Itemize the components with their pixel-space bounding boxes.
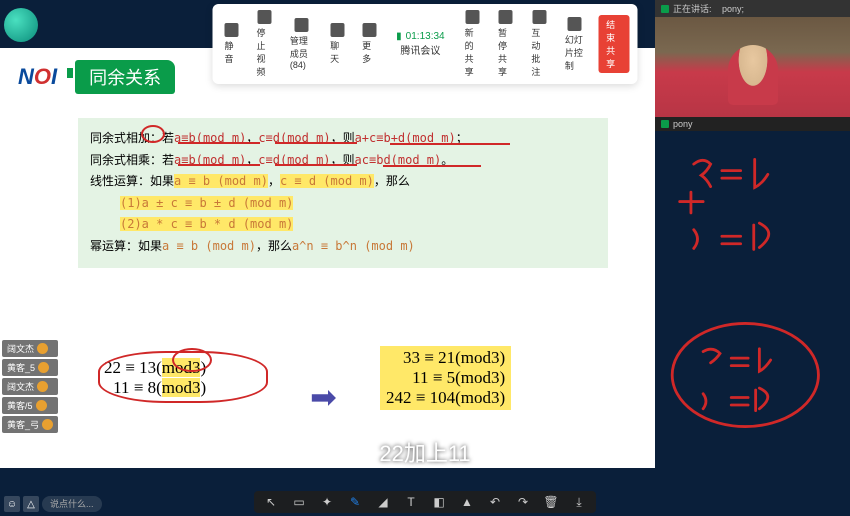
live-caption: 22加上11 bbox=[379, 436, 470, 468]
meeting-time: ▮01:13:34 bbox=[396, 31, 444, 42]
annotate-icon bbox=[532, 10, 546, 24]
example-row: 242 ≡ 104(mod3) bbox=[386, 388, 505, 408]
noi-logo: NOI bbox=[18, 64, 57, 90]
app-name: 腾讯会议 bbox=[400, 42, 440, 57]
slide-area: NOI 同余关系 同余式相加：若a≡b(mod m)，c≡d(mod m)，则a… bbox=[0, 48, 655, 468]
webcam-panel: 正在讲话: pony; pony bbox=[655, 0, 850, 128]
reaction-item: 黄客/5 bbox=[2, 397, 58, 414]
mic-icon bbox=[661, 120, 669, 128]
red-underline-annotation bbox=[178, 164, 260, 166]
rule-linear-1: (1)a ± c ≡ b ± d (mod m) bbox=[90, 193, 596, 215]
pause-share-button[interactable]: 暂停共享 bbox=[494, 8, 517, 80]
handwriting-area bbox=[660, 150, 840, 450]
stop-video-button[interactable]: 停止视频 bbox=[253, 8, 276, 80]
shape-tool[interactable]: ▲ bbox=[460, 495, 474, 509]
red-underline-annotation bbox=[275, 142, 357, 144]
new-share-button[interactable]: 新的共享 bbox=[461, 8, 484, 80]
share-icon bbox=[465, 10, 479, 24]
clear-tool[interactable]: 🗑 bbox=[544, 495, 558, 509]
chat-icon bbox=[330, 23, 344, 37]
bg-planet bbox=[4, 8, 38, 42]
speaking-status: 正在讲话: pony; bbox=[655, 0, 850, 17]
red-underline-annotation bbox=[390, 143, 510, 145]
redo-tool[interactable]: ↷ bbox=[516, 495, 530, 509]
example-right: 33 ≡ 21(mod3) 11 ≡ 5(mod3) 242 ≡ 104(mod… bbox=[380, 346, 511, 410]
example-row: 11 ≡ 8(mod3) bbox=[104, 378, 206, 398]
rule-linear-2: (2)a * c ≡ b * d (mod m) bbox=[90, 214, 596, 236]
reaction-item: 黄客_5 bbox=[2, 359, 58, 376]
content-box: 同余式相加：若a≡b(mod m)，c≡d(mod m)，则a+c≡b+d(mo… bbox=[78, 118, 608, 268]
pointer-tool[interactable]: ↖ bbox=[264, 495, 278, 509]
text-tool[interactable]: T bbox=[404, 495, 418, 509]
example-row: 33 ≡ 21(mod3) bbox=[386, 348, 505, 368]
annotate-button[interactable]: 互动批注 bbox=[527, 8, 550, 80]
presenter-figure bbox=[728, 45, 778, 105]
rule-multiply: 同余式相乘：若a≡b(mod m)，c≡d(mod m)，则ac≡bd(mod … bbox=[90, 150, 596, 172]
select-tool[interactable]: ▭ bbox=[292, 495, 306, 509]
eraser-tool[interactable]: ◧ bbox=[432, 495, 446, 509]
webcam-feed[interactable] bbox=[655, 17, 850, 117]
star-tool[interactable]: ✦ bbox=[320, 495, 334, 509]
red-underline-annotation bbox=[275, 164, 357, 166]
chat-input[interactable]: 说点什么... bbox=[42, 496, 102, 512]
members-icon bbox=[294, 18, 308, 32]
arrow-icon: ➡ bbox=[310, 378, 337, 416]
emoji-icon bbox=[36, 400, 47, 411]
example-row: 22 ≡ 13(mod3) bbox=[104, 358, 206, 378]
emoji-icon bbox=[38, 362, 49, 373]
rule-power: 幂运算：如果a ≡ b (mod m)，那么a^n ≡ b^n (mod m) bbox=[90, 236, 596, 258]
emoji-icon bbox=[42, 419, 53, 430]
chat-button[interactable]: 聊天 bbox=[326, 21, 348, 67]
slideshow-icon bbox=[567, 17, 581, 31]
slideshow-button[interactable]: 幻灯片控制 bbox=[561, 15, 588, 74]
red-underline-annotation bbox=[383, 165, 481, 167]
highlighter-tool[interactable]: ◢ bbox=[376, 495, 390, 509]
rule-linear: 线性运算：如果a ≡ b (mod m)，c ≡ d (mod m)，那么 bbox=[90, 171, 596, 193]
emoji-icon bbox=[37, 381, 48, 392]
pause-icon bbox=[499, 10, 513, 24]
rule-addition: 同余式相加：若a≡b(mod m)，c≡d(mod m)，则a+c≡b+d(mo… bbox=[90, 128, 596, 150]
mute-button[interactable]: 静音 bbox=[221, 21, 243, 67]
mic-icon bbox=[225, 23, 239, 37]
pen-tool[interactable]: ✎ bbox=[348, 495, 362, 509]
red-underline-annotation bbox=[178, 142, 260, 144]
corner-controls: ☺ △ 说点什么... bbox=[4, 496, 102, 512]
emoji-button[interactable]: ☺ bbox=[4, 496, 20, 512]
reaction-item: 阔文杰 bbox=[2, 378, 58, 395]
meeting-toolbar: 静音 停止视频 管理成员(84) 聊天 更多 ▮01:13:34 腾讯会议 新的… bbox=[213, 4, 638, 84]
speaking-mic-icon bbox=[661, 5, 669, 13]
dots-icon bbox=[362, 23, 376, 37]
end-share-button[interactable]: 结束共享 bbox=[598, 15, 629, 73]
presenter-name-bar: pony bbox=[655, 117, 850, 131]
undo-tool[interactable]: ↶ bbox=[488, 495, 502, 509]
reactions-list: 阔文杰 黄客_5 阔文杰 黄客/5 黄客_弓 bbox=[2, 340, 58, 435]
example-row: 11 ≡ 5(mod3) bbox=[386, 368, 505, 388]
example-left: 22 ≡ 13(mod3) 11 ≡ 8(mod3) bbox=[104, 358, 206, 398]
save-tool[interactable]: ⤓ bbox=[572, 495, 586, 509]
reaction-item: 黄客_弓 bbox=[2, 416, 58, 433]
more-button[interactable]: 更多 bbox=[358, 21, 380, 67]
emoji-icon bbox=[37, 343, 48, 354]
annotation-toolbar: ↖ ▭ ✦ ✎ ◢ T ◧ ▲ ↶ ↷ 🗑 ⤓ bbox=[254, 491, 596, 513]
camera-icon bbox=[257, 10, 271, 24]
members-button[interactable]: 管理成员(84) bbox=[286, 16, 316, 72]
reaction-item: 阔文杰 bbox=[2, 340, 58, 357]
triangle-button[interactable]: △ bbox=[23, 496, 39, 512]
slide-title: 同余关系 bbox=[75, 60, 175, 94]
